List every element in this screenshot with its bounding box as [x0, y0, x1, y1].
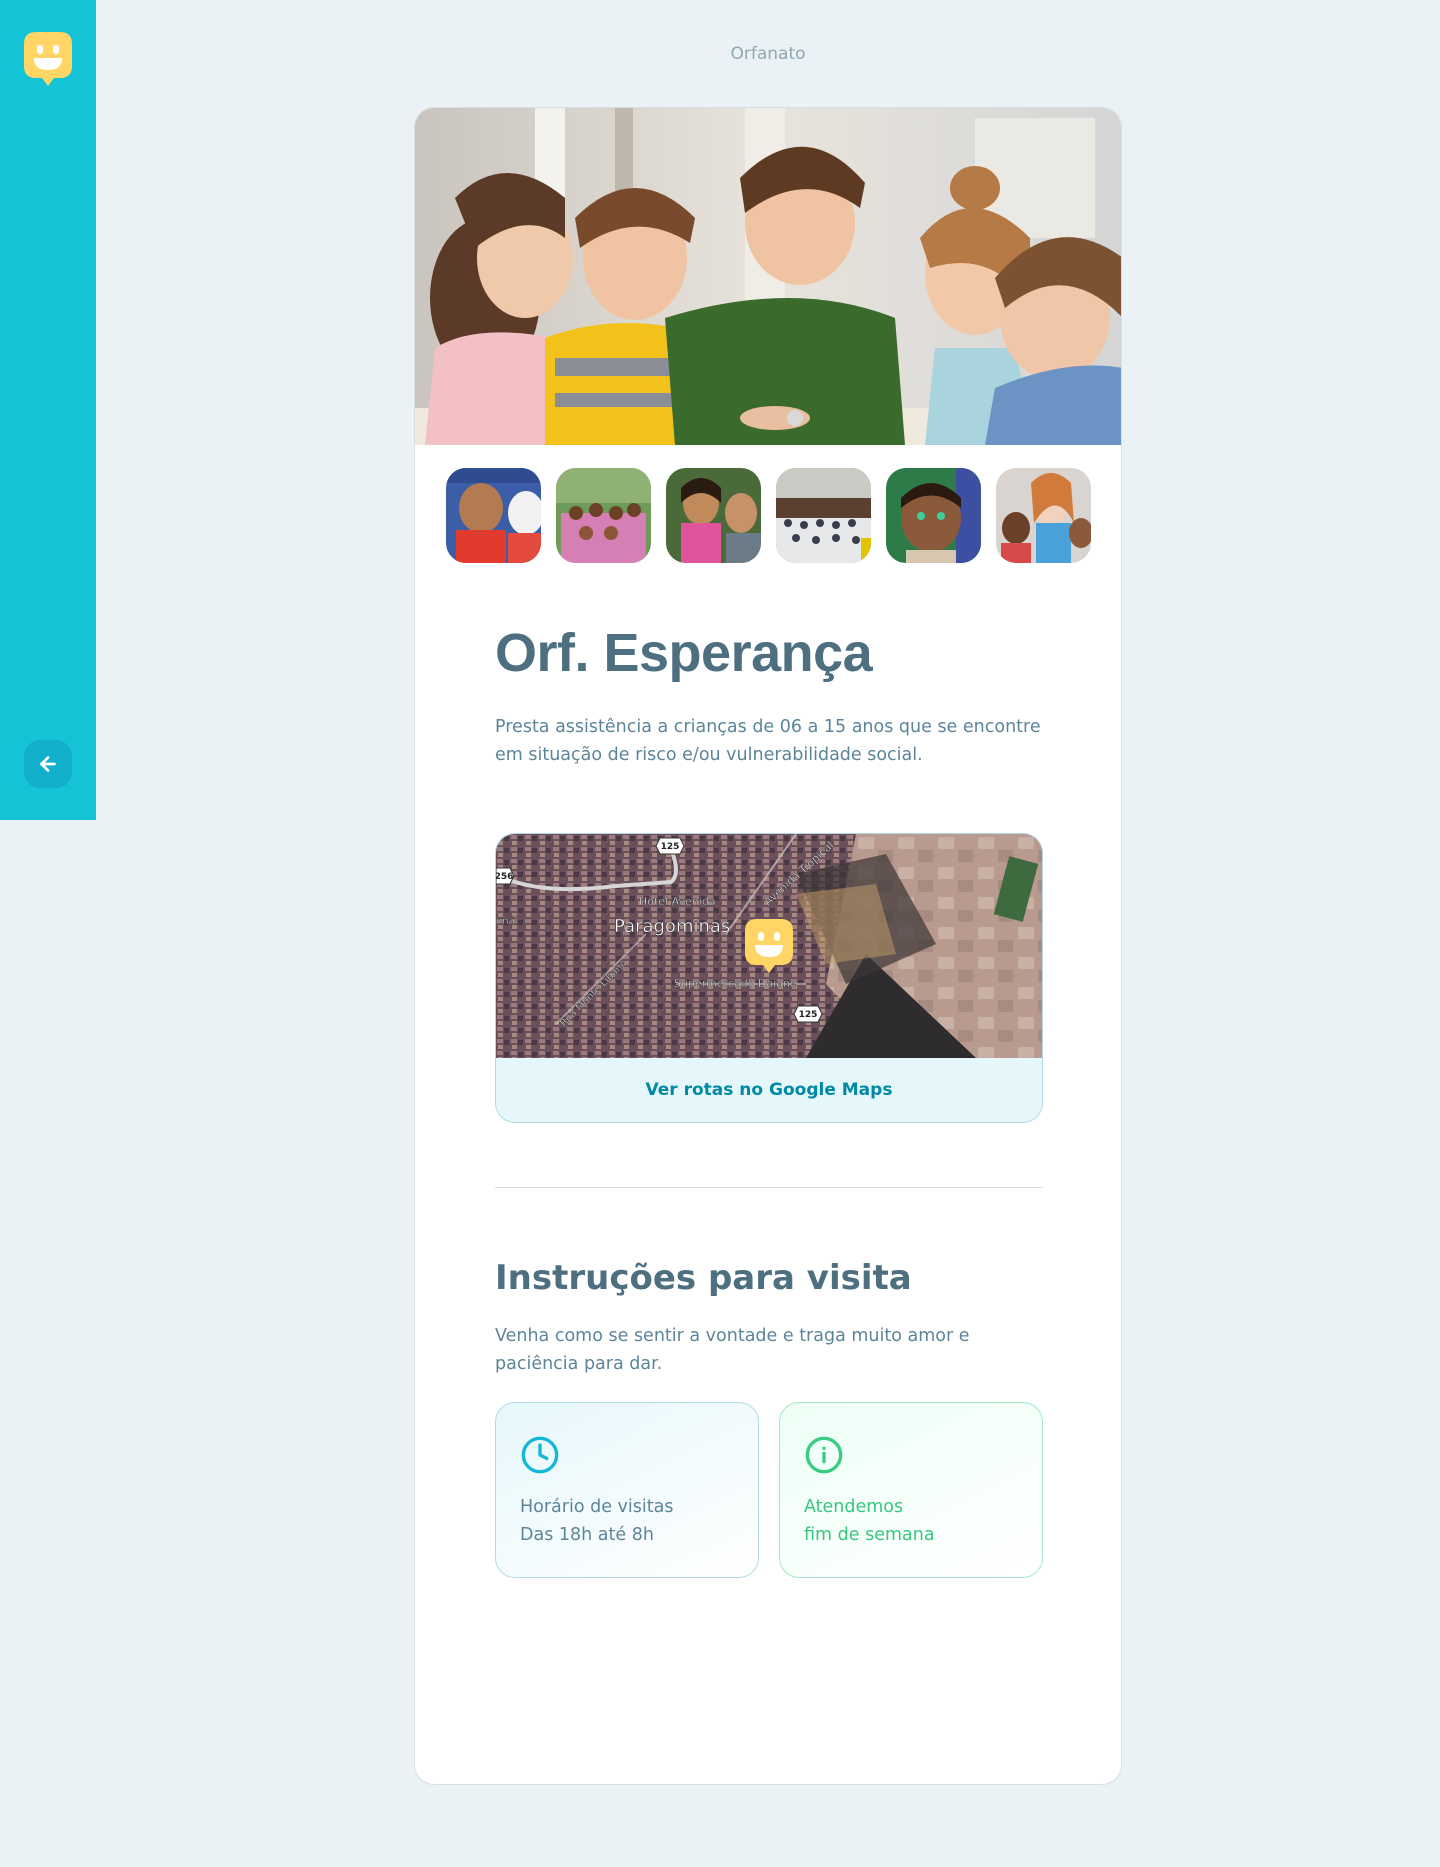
gallery-thumb[interactable]: [996, 468, 1091, 563]
visiting-hours-value: Das 18h até 8h: [520, 1525, 654, 1545]
gallery-thumb[interactable]: [556, 468, 651, 563]
visit-instructions-title: Instruções para visita: [495, 1258, 912, 1298]
visit-instructions-text: Venha como se sentir a vontade e traga m…: [495, 1326, 970, 1374]
sidebar: [0, 0, 96, 820]
road-shield-label: 125: [661, 842, 680, 852]
orphanage-name: Orf. Esperança: [495, 623, 873, 683]
map-label-edge: onál: [496, 915, 517, 927]
map-label-market: Supermercado Daiane: [674, 977, 797, 990]
photo-gallery: [446, 468, 1091, 563]
clock-icon: [521, 1436, 559, 1474]
orphanage-details-card: Orf. Esperança Presta assistência a cria…: [414, 107, 1122, 1785]
section-divider: [495, 1187, 1043, 1188]
map-label-city: Paragominas: [614, 916, 730, 937]
arrow-left-icon: [40, 756, 56, 772]
gallery-thumb[interactable]: [446, 468, 541, 563]
gallery-thumb[interactable]: [776, 468, 871, 563]
smiley-logo-icon[interactable]: [24, 32, 72, 88]
weekend-card: Atendemos fim de semana: [779, 1402, 1043, 1578]
info-icon: [805, 1436, 843, 1474]
google-maps-routes-link[interactable]: Ver rotas no Google Maps: [496, 1080, 1042, 1100]
weekend-value: fim de semana: [804, 1525, 935, 1545]
orphanage-about: Presta assistência a crianças de 06 a 15…: [495, 717, 1041, 765]
satellite-map[interactable]: Hotel Avenida Paragominas Supermercado D…: [496, 834, 1043, 1058]
page-label: Orfanato: [730, 44, 806, 64]
map-label-hotel: Hotel Avenida: [639, 895, 716, 908]
gallery-thumb[interactable]: [666, 468, 761, 563]
map-container: Hotel Avenida Paragominas Supermercado D…: [495, 833, 1043, 1123]
visiting-hours-card: Horário de visitas Das 18h até 8h: [495, 1402, 759, 1578]
back-button[interactable]: [24, 740, 72, 788]
hero-photo: [415, 108, 1121, 445]
gallery-thumb[interactable]: [886, 468, 981, 563]
road-shield-label: 256: [496, 872, 513, 882]
road-shield-label: 125: [799, 1010, 818, 1020]
weekend-label: Atendemos: [804, 1497, 904, 1517]
visiting-hours-label: Horário de visitas: [520, 1497, 674, 1517]
